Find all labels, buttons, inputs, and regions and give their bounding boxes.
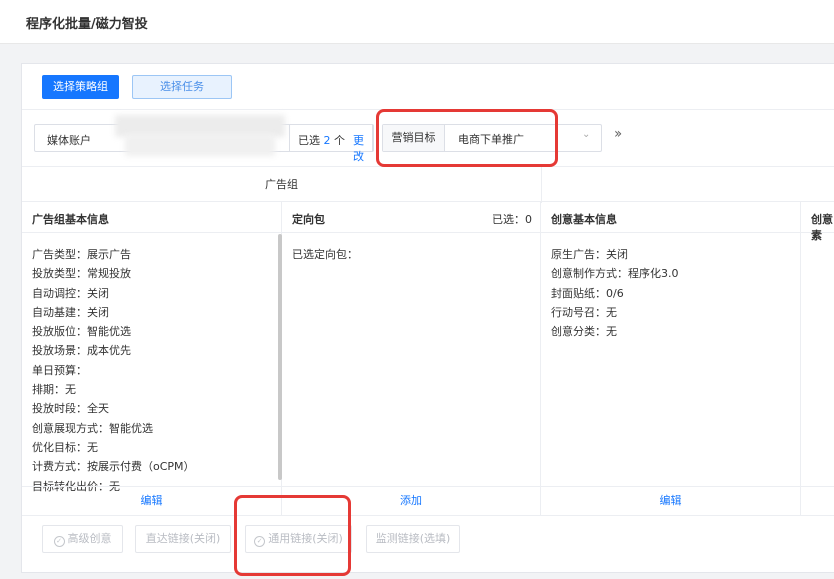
redacted-area <box>125 134 275 156</box>
targeting-package-title: 定向包 <box>292 213 325 226</box>
monitor-link-button[interactable]: 监测链接(选填) <box>366 525 460 553</box>
info-line: 广告类型：展示广告 <box>32 248 131 261</box>
bottom-toolbar: ✓ 高级创意 直达链接(关闭) ✓ 通用链接(关闭) 监测链接(选填) <box>22 515 834 574</box>
info-line: 创意展现方式：智能优选 <box>32 421 153 435</box>
creative-material-title: 创意素 <box>811 213 833 242</box>
selected-count: 2 <box>323 134 331 147</box>
highlight-box-marketing-goal <box>376 109 558 167</box>
info-line: 创意分类：无 <box>551 325 617 339</box>
advanced-creative-button[interactable]: ✓ 高级创意 <box>42 525 123 553</box>
info-line: 自动调控：关闭 <box>32 286 109 300</box>
info-line: 原生广告：关闭 <box>551 248 628 261</box>
selected-count-text: 已选 2 个 <box>298 134 345 147</box>
creative-material-column: 创意素 <box>801 202 834 514</box>
creative-basic-info-column: 创意基本信息 原生广告：关闭 创意制作方式：程序化3.0 封面贴纸：0/6 行动… <box>541 202 801 514</box>
creative-basic-info-list: 原生广告：关闭 创意制作方式：程序化3.0 封面贴纸：0/6 行动号召：无 创意… <box>551 246 679 342</box>
direct-link-button[interactable]: 直达链接(关闭) <box>135 525 231 553</box>
double-chevron-right-icon[interactable]: ›› <box>614 126 622 142</box>
creative-basic-info-title: 创意基本信息 <box>551 213 617 226</box>
highlight-box-general-link <box>234 495 351 576</box>
info-line: 已选定向包： <box>292 248 358 261</box>
ad-group-basic-info-title: 广告组基本信息 <box>32 213 109 226</box>
info-line: 单日预算： <box>32 363 87 377</box>
info-line: 自动基建：关闭 <box>32 305 109 319</box>
targeting-selected-count: 已选：0 <box>492 213 532 226</box>
media-account-field[interactable]: 媒体账户 已选 2 个 更改 <box>34 115 374 163</box>
top-bar: 程序化批量/磁力智投 <box>0 0 834 44</box>
info-line: 排期：无 <box>32 383 76 397</box>
info-line: 计费方式：按展示付费（oCPM） <box>32 460 195 474</box>
column-actions-row: 编辑 添加 编辑 <box>22 486 834 515</box>
info-line: 封面贴纸：0/6 <box>551 286 624 300</box>
page-title: 程序化批量/磁力智投 <box>26 17 148 32</box>
ad-group-basic-info-column: 广告组基本信息 广告类型：展示广告 投放类型：常规投放 自动调控：关闭 自动基建… <box>22 202 282 514</box>
info-line: 投放场景：成本优先 <box>32 344 131 358</box>
ad-group-header: 广告组 <box>22 166 834 203</box>
info-line: 投放版位：智能优选 <box>32 325 131 339</box>
select-strategy-group-button[interactable]: 选择策略组 <box>42 75 119 99</box>
change-link[interactable]: 更改 <box>353 132 373 164</box>
edit-creative-info-link[interactable]: 编辑 <box>541 487 801 515</box>
info-line: 投放类型：常规投放 <box>32 267 131 281</box>
chevron-down-icon: ⌄ <box>582 129 591 140</box>
check-circle-icon: ✓ <box>53 536 65 547</box>
targeting-package-list: 已选定向包： <box>292 246 358 265</box>
ad-group-title: 广告组 <box>265 178 298 191</box>
info-line: 创意制作方式：程序化3.0 <box>551 267 679 281</box>
targeting-package-column: 定向包 已选：0 已选定向包： <box>282 202 541 514</box>
ad-group-basic-info-list: 广告类型：展示广告 投放类型：常规投放 自动调控：关闭 自动基建：关闭 投放版位… <box>32 246 195 497</box>
info-line: 行动号召：无 <box>551 305 617 319</box>
select-task-button[interactable]: 选择任务 <box>132 75 232 99</box>
info-line: 投放时段：全天 <box>32 402 109 416</box>
info-line: 优化目标：无 <box>32 440 98 454</box>
media-account-label: 媒体账户 <box>47 134 91 147</box>
